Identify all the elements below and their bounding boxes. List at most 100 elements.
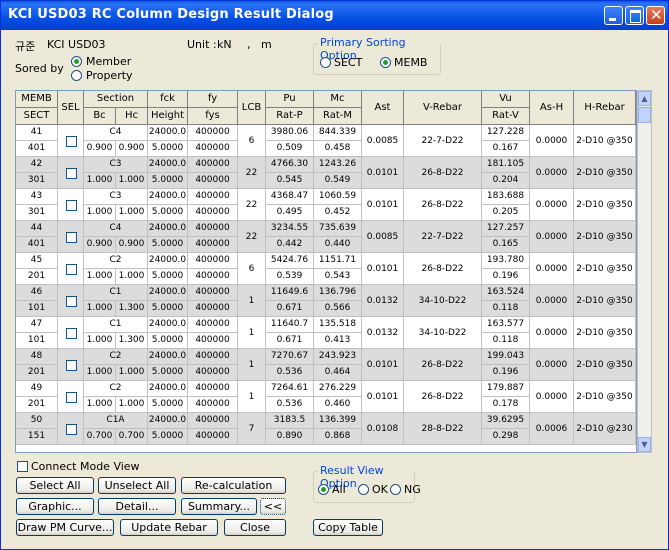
header-rat-p[interactable]: Rat-P bbox=[266, 108, 314, 125]
cell-fck: 24000.0 bbox=[148, 381, 188, 397]
connect-mode-checkbox[interactable] bbox=[17, 461, 28, 472]
cell-height: 5.0000 bbox=[148, 301, 188, 317]
select-all-button[interactable]: Select All bbox=[16, 477, 94, 494]
row-select-checkbox[interactable] bbox=[66, 200, 77, 211]
sort-property-radio[interactable] bbox=[71, 70, 82, 81]
header-height[interactable]: Height bbox=[148, 108, 188, 125]
detail-button[interactable]: Detail... bbox=[98, 498, 176, 515]
draw-pm-curve-button[interactable]: Draw PM Curve... bbox=[16, 519, 114, 536]
scroll-thumb[interactable] bbox=[638, 107, 651, 123]
cell-fy: 400000 bbox=[188, 381, 238, 397]
cell-memb: 41 bbox=[16, 125, 58, 141]
copy-table-button[interactable]: Copy Table bbox=[313, 519, 383, 536]
primary-memb-radio[interactable] bbox=[380, 57, 391, 68]
cell-section-name: C1 bbox=[84, 317, 148, 333]
cell-bc: 1.000 bbox=[84, 301, 116, 317]
cell-h-rebar: 2-D10 @350 bbox=[574, 285, 636, 317]
cell-rat-v: 0.204 bbox=[482, 173, 530, 189]
table-scrollbar[interactable]: ▲ ▼ bbox=[637, 90, 652, 453]
minimize-button[interactable] bbox=[604, 6, 623, 25]
cell-rat-m: 0.458 bbox=[314, 141, 362, 157]
header-mc[interactable]: Mc bbox=[314, 91, 362, 108]
cell-rat-v: 0.298 bbox=[482, 429, 530, 445]
cell-as-h: 0.0000 bbox=[530, 221, 574, 253]
cell-v-rebar: 26-8-D22 bbox=[404, 381, 482, 413]
view-ng-radio[interactable] bbox=[390, 484, 401, 495]
row-select-checkbox[interactable] bbox=[66, 296, 77, 307]
cell-section-name: C4 bbox=[84, 125, 148, 141]
collapse-button[interactable]: << bbox=[260, 498, 286, 515]
row-select-checkbox[interactable] bbox=[66, 232, 77, 243]
recalculation-button[interactable]: Re-calculation bbox=[181, 477, 286, 494]
view-ng-label: NG bbox=[404, 483, 421, 496]
row-select-checkbox[interactable] bbox=[66, 168, 77, 179]
scroll-down-icon[interactable]: ▼ bbox=[638, 437, 651, 452]
header-rat-v[interactable]: Rat-V bbox=[482, 108, 530, 125]
header-sel[interactable]: SEL bbox=[58, 91, 84, 125]
sort-member-radio[interactable] bbox=[71, 56, 82, 67]
header-rat-m[interactable]: Rat-M bbox=[314, 108, 362, 125]
primary-sect-radio[interactable] bbox=[320, 57, 331, 68]
header-ast[interactable]: Ast bbox=[362, 91, 404, 125]
header-section[interactable]: Section bbox=[84, 91, 148, 108]
scroll-up-icon[interactable]: ▲ bbox=[638, 91, 651, 106]
header-fys[interactable]: fys bbox=[188, 108, 238, 125]
cell-pu: 3234.55 bbox=[266, 221, 314, 237]
cell-vu: 127.257 bbox=[482, 221, 530, 237]
cell-ast: 0.0101 bbox=[362, 381, 404, 413]
update-rebar-button[interactable]: Update Rebar bbox=[120, 519, 218, 536]
header-lcb[interactable]: LCB bbox=[238, 91, 266, 125]
cell-h-rebar: 2-D10 @350 bbox=[574, 221, 636, 253]
cell-ast: 0.0085 bbox=[362, 125, 404, 157]
summary-button[interactable]: Summary... bbox=[181, 498, 257, 515]
header-fck[interactable]: fck bbox=[148, 91, 188, 108]
header-vu[interactable]: Vu bbox=[482, 91, 530, 108]
cell-ast: 0.0085 bbox=[362, 221, 404, 253]
cell-rat-m: 0.440 bbox=[314, 237, 362, 253]
row-select-checkbox[interactable] bbox=[66, 392, 77, 403]
cell-as-h: 0.0006 bbox=[530, 413, 574, 445]
row-select-checkbox[interactable] bbox=[66, 360, 77, 371]
cell-fy: 400000 bbox=[188, 285, 238, 301]
cell-lcb: 22 bbox=[238, 189, 266, 221]
header-fy[interactable]: fy bbox=[188, 91, 238, 108]
sorted-by-label: Sored by bbox=[15, 62, 64, 75]
unit-length: m bbox=[261, 38, 272, 51]
cell-v-rebar: 26-8-D22 bbox=[404, 189, 482, 221]
maximize-button[interactable] bbox=[625, 6, 644, 25]
row-select-checkbox[interactable] bbox=[66, 424, 77, 435]
row-select-checkbox[interactable] bbox=[66, 328, 77, 339]
cell-vu: 163.577 bbox=[482, 317, 530, 333]
unselect-all-button[interactable]: Unselect All bbox=[98, 477, 176, 494]
close-button[interactable]: Close bbox=[224, 519, 286, 536]
result-table[interactable]: MEMB SECT SEL Section Bc Hc fck Height fy fys LCB P… bbox=[15, 90, 637, 453]
title-bar[interactable]: KCI USD03 RC Column Design Result Dialog… bbox=[1, 1, 668, 30]
cell-height: 5.0000 bbox=[148, 141, 188, 157]
cell-h-rebar: 2-D10 @350 bbox=[574, 317, 636, 349]
header-v-rebar[interactable]: V-Rebar bbox=[404, 91, 482, 125]
close-window-button[interactable]: ✕ bbox=[646, 6, 665, 25]
cell-rat-v: 0.118 bbox=[482, 301, 530, 317]
header-bc[interactable]: Bc bbox=[84, 108, 116, 125]
row-select-checkbox[interactable] bbox=[66, 136, 77, 147]
cell-vu: 163.524 bbox=[482, 285, 530, 301]
header-as-h[interactable]: As-H bbox=[530, 91, 574, 125]
cell-fy: 400000 bbox=[188, 253, 238, 269]
cell-lcb: 22 bbox=[238, 221, 266, 253]
header-h-rebar[interactable]: H-Rebar bbox=[574, 91, 636, 125]
cell-fck: 24000.0 bbox=[148, 157, 188, 173]
header-hc[interactable]: Hc bbox=[116, 108, 148, 125]
cell-as-h: 0.0000 bbox=[530, 285, 574, 317]
graphic-button[interactable]: Graphic... bbox=[16, 498, 94, 515]
cell-height: 5.0000 bbox=[148, 333, 188, 349]
row-select-checkbox[interactable] bbox=[66, 264, 77, 275]
cell-section-name: C2 bbox=[84, 381, 148, 397]
header-pu[interactable]: Pu bbox=[266, 91, 314, 108]
cell-rat-v: 0.196 bbox=[482, 365, 530, 381]
view-all-radio[interactable] bbox=[318, 484, 329, 495]
cell-fys: 400000 bbox=[188, 205, 238, 221]
view-ok-radio[interactable] bbox=[358, 484, 369, 495]
header-sect[interactable]: SECT bbox=[16, 108, 58, 125]
header-memb[interactable]: MEMB bbox=[16, 91, 58, 108]
cell-h-rebar: 2-D10 @350 bbox=[574, 349, 636, 381]
